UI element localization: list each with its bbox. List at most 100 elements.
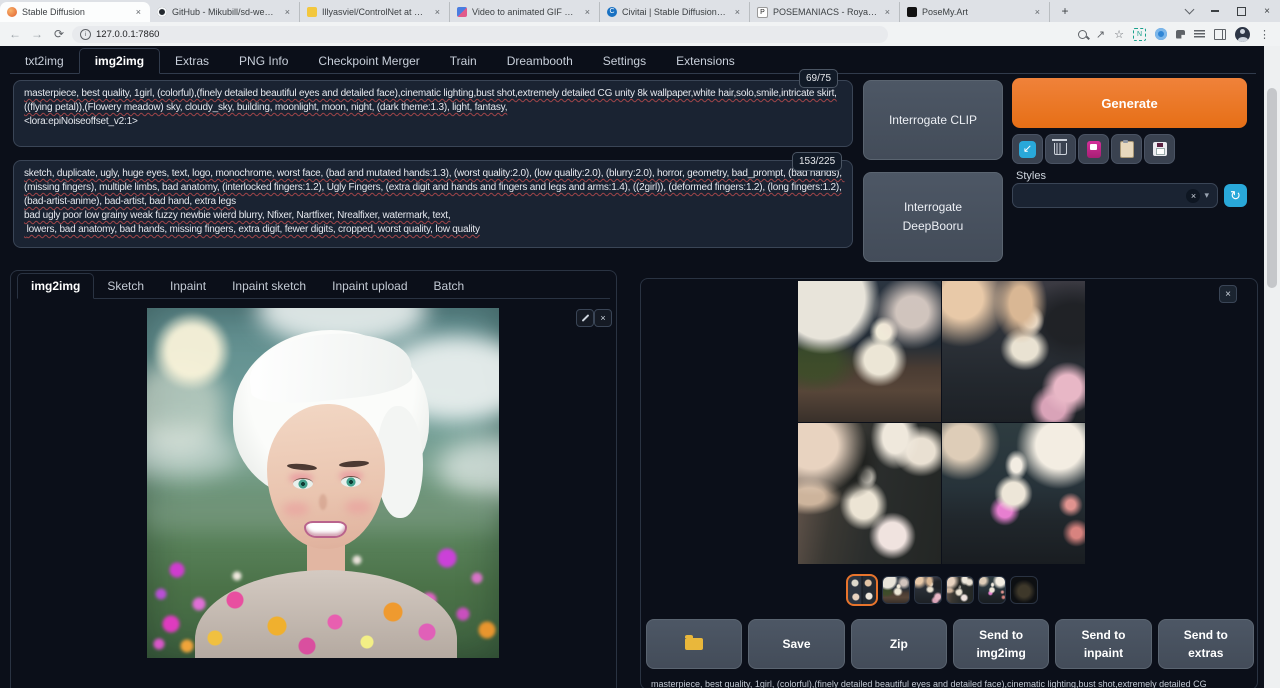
thumbnail-grid-selected[interactable] (846, 574, 878, 606)
extensions-puzzle-icon[interactable] (1176, 30, 1185, 39)
address-bar[interactable]: i 127.0.0.1:7860 (72, 26, 888, 43)
result-gallery-grid (798, 281, 1085, 564)
browser-tab-strip: Stable Diffusion × GitHub - Mikubill/sd-… (0, 0, 1280, 22)
clear-prompt-button[interactable] (1045, 134, 1076, 164)
browser-tab-civitai[interactable]: C Civitai | Stable Diffusion model × (600, 2, 750, 22)
tab-checkpoint-merger[interactable]: Checkpoint Merger (303, 49, 434, 73)
trash-icon (1054, 143, 1067, 155)
gallery-image-2[interactable] (942, 281, 1085, 422)
edit-image-button[interactable] (576, 309, 594, 327)
screen: Stable Diffusion × GitHub - Mikubill/sd-… (0, 0, 1280, 688)
paste-params-button[interactable]: ↙ (1012, 134, 1043, 164)
reload-icon[interactable]: ⟳ (50, 27, 68, 41)
tab-close-icon[interactable]: × (583, 7, 592, 17)
tab-close-icon[interactable]: × (883, 7, 892, 17)
gallery-image-1[interactable] (798, 281, 941, 422)
generate-button[interactable]: Generate (1012, 78, 1247, 128)
tab-close-icon[interactable]: × (1033, 7, 1042, 17)
scrollbar-thumb[interactable] (1267, 88, 1277, 288)
thumbnail-2[interactable] (882, 576, 910, 604)
window-maximize-button[interactable] (1228, 0, 1254, 22)
tab-train[interactable]: Train (435, 49, 492, 73)
reading-list-icon[interactable] (1194, 30, 1205, 38)
stable-diffusion-webui: txt2img img2img Extras PNG Info Checkpoi… (0, 46, 1264, 688)
send-to-img2img-button[interactable]: Send to img2img (953, 619, 1049, 669)
negative-prompt-input[interactable]: sketch, duplicate, ugly, huge eyes, text… (13, 160, 853, 248)
tab-img2img-mode[interactable]: img2img (17, 273, 94, 299)
thumbnail-3[interactable] (914, 576, 942, 604)
controlnet-favicon (307, 7, 317, 17)
interrogate-deepbooru-button[interactable]: Interrogate DeepBooru (863, 172, 1003, 262)
tab-extras[interactable]: Extras (160, 49, 224, 73)
zoom-icon[interactable] (1078, 30, 1087, 39)
gallery-image-4[interactable] (942, 423, 1085, 564)
browser-tab-gif-converter[interactable]: Video to animated GIF converter × (450, 2, 600, 22)
gallery-image-3[interactable] (798, 423, 941, 564)
tab-title: Stable Diffusion (22, 7, 129, 17)
tab-inpaint-upload-mode[interactable]: Inpaint upload (319, 274, 420, 298)
url-text: 127.0.0.1:7860 (96, 29, 159, 40)
browser-tab-posemaniacs[interactable]: P POSEMANIACS - Royalty free 3 × (750, 2, 900, 22)
window-close-button[interactable]: × (1254, 0, 1280, 22)
side-panel-icon[interactable] (1214, 29, 1226, 40)
tab-close-icon[interactable]: × (433, 7, 442, 17)
forward-icon[interactable]: → (28, 27, 46, 41)
extra-networks-button[interactable] (1078, 134, 1109, 164)
tab-batch-mode[interactable]: Batch (421, 274, 478, 298)
browser-tab-github[interactable]: GitHub - Mikubill/sd-webui-con × (150, 2, 300, 22)
send-to-inpaint-button[interactable]: Send to inpaint (1055, 619, 1151, 669)
share-icon[interactable]: ↗ (1096, 28, 1105, 41)
send-to-extras-button[interactable]: Send to extras (1158, 619, 1254, 669)
gallery-close-button[interactable]: × (1219, 285, 1237, 303)
thumbnail-5[interactable] (978, 576, 1006, 604)
tab-img2img[interactable]: img2img (79, 48, 160, 74)
thumbnail-4[interactable] (946, 576, 974, 604)
tab-sketch-mode[interactable]: Sketch (94, 274, 157, 298)
profile-avatar[interactable] (1235, 27, 1250, 42)
tab-close-icon[interactable]: × (283, 7, 292, 17)
img2img-mode-tabs: img2img Sketch Inpaint Inpaint sketch In… (17, 273, 610, 299)
tab-close-icon[interactable]: × (733, 7, 742, 17)
window-chevron-icon[interactable] (1176, 0, 1202, 22)
chevron-down-icon[interactable]: ▾ (1204, 190, 1209, 201)
thumbnail-6[interactable] (1010, 576, 1038, 604)
tab-txt2img[interactable]: txt2img (10, 49, 79, 73)
tab-png-info[interactable]: PNG Info (224, 49, 303, 73)
styles-clear-icon[interactable]: × (1186, 189, 1200, 203)
page-scrollbar[interactable] (1264, 46, 1280, 688)
girl-eye (341, 476, 361, 487)
prompt-text: masterpiece, best quality, 1girl, (color… (24, 88, 837, 113)
window-minimize-button[interactable] (1202, 0, 1228, 22)
back-icon[interactable]: ← (6, 27, 24, 41)
remove-image-button[interactable]: × (594, 309, 612, 327)
save-style-button[interactable] (1144, 134, 1175, 164)
site-info-icon[interactable]: i (80, 29, 91, 40)
styles-label: Styles (1016, 170, 1046, 182)
tab-settings[interactable]: Settings (588, 49, 661, 73)
zip-button[interactable]: Zip (851, 619, 947, 669)
interrogate-clip-button[interactable]: Interrogate CLIP (863, 80, 1003, 160)
tab-close-icon[interactable]: × (134, 7, 143, 17)
prompt-input[interactable]: masterpiece, best quality, 1girl, (color… (13, 80, 853, 147)
bookmark-star-icon[interactable]: ☆ (1114, 28, 1124, 41)
browser-tab-stable-diffusion[interactable]: Stable Diffusion × (0, 2, 150, 22)
tab-inpaint-sketch-mode[interactable]: Inpaint sketch (219, 274, 319, 298)
browser-tab-controlnet[interactable]: Illyasviel/ControlNet at main × (300, 2, 450, 22)
browser-tab-posemy-art[interactable]: PoseMy.Art × (900, 2, 1050, 22)
tab-extensions[interactable]: Extensions (661, 49, 750, 73)
source-image[interactable] (147, 308, 499, 658)
styles-dropdown[interactable]: × ▾ (1012, 183, 1218, 208)
tab-inpaint-mode[interactable]: Inpaint (157, 274, 219, 298)
browser-menu-icon[interactable]: ⋮ (1259, 28, 1270, 41)
new-tab-button[interactable]: + (1056, 3, 1074, 21)
extension-blue-icon[interactable] (1155, 28, 1167, 40)
styles-refresh-button[interactable]: ↻ (1224, 184, 1247, 207)
prompt-lora-text: <lora:epiNoiseoffset_v2:1> (24, 116, 138, 127)
extension-n-icon[interactable]: N (1133, 28, 1146, 41)
tab-dreambooth[interactable]: Dreambooth (492, 49, 588, 73)
apply-style-button[interactable] (1111, 134, 1142, 164)
generation-info-text: masterpiece, best quality, 1girl, (color… (651, 679, 1247, 688)
save-button[interactable]: Save (748, 619, 844, 669)
girl-smile (304, 521, 347, 538)
open-folder-button[interactable] (646, 619, 742, 669)
